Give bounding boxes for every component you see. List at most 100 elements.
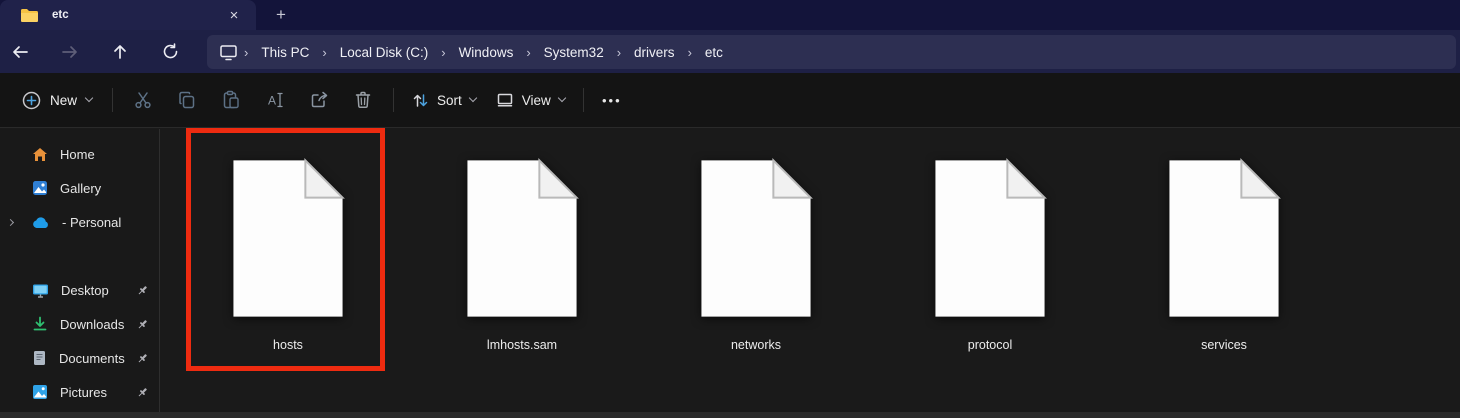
sidebar: Home Gallery - Personal Desktop Download… — [0, 129, 160, 412]
more-options-button[interactable]: ••• — [592, 82, 632, 118]
tab-title: etc — [52, 9, 69, 21]
paste-button[interactable] — [209, 82, 253, 118]
view-icon — [497, 93, 513, 107]
file-networks[interactable]: networks — [681, 129, 831, 412]
trash-icon — [355, 91, 371, 109]
sidebar-item-onedrive-personal[interactable]: - Personal — [0, 205, 159, 239]
view-button[interactable]: View — [486, 82, 575, 118]
pin-icon — [138, 387, 147, 396]
file-label: hosts — [273, 338, 303, 352]
sidebar-item-label: Desktop — [61, 282, 109, 298]
blank-file-icon — [701, 157, 813, 317]
file-hosts[interactable]: hosts — [213, 129, 363, 412]
sidebar-item-downloads[interactable]: Downloads — [0, 307, 159, 341]
sidebar-item-label: Downloads — [60, 316, 125, 332]
breadcrumb-separator: › — [244, 44, 249, 60]
breadcrumb: › This PC › Local Disk (C:) › Windows › … — [207, 35, 1456, 69]
bottom-strip — [0, 412, 1460, 418]
desktop-icon — [33, 284, 48, 298]
onedrive-cloud-icon — [33, 216, 48, 228]
pin-icon — [138, 353, 147, 362]
sidebar-item-gallery[interactable]: Gallery — [0, 171, 159, 205]
copy-icon — [179, 91, 195, 109]
file-explorer-window: etc × + › This PC › Local Disk (C:) › Wi… — [0, 0, 1460, 418]
pictures-icon — [33, 385, 47, 399]
file-lmhosts-sam[interactable]: lmhosts.sam — [447, 129, 597, 412]
blank-file-icon — [467, 157, 579, 317]
breadcrumb-separator: › — [441, 44, 446, 60]
breadcrumb-separator: › — [687, 44, 692, 60]
breadcrumb-separator: › — [322, 44, 327, 60]
sidebar-item-label: Gallery — [60, 180, 102, 196]
gallery-icon — [33, 181, 47, 195]
paste-icon — [223, 90, 239, 109]
tab-bar: etc × + — [0, 0, 1460, 30]
toolbar-divider — [112, 88, 114, 112]
breadcrumb-this-pc[interactable]: This PC — [254, 41, 316, 64]
home-icon — [33, 147, 47, 161]
new-button-label: New — [50, 92, 78, 108]
sidebar-item-home[interactable]: Home — [0, 137, 159, 171]
sort-icon — [413, 93, 428, 107]
chevron-down-icon — [84, 93, 94, 103]
chevron-right-icon[interactable] — [6, 218, 15, 226]
blank-file-icon — [1169, 157, 1281, 317]
file-label: lmhosts.sam — [486, 338, 558, 352]
sidebar-item-label: - Personal — [62, 214, 122, 230]
copy-button[interactable] — [165, 82, 209, 118]
new-plus-icon — [22, 91, 41, 109]
breadcrumb-system32[interactable]: System32 — [537, 41, 611, 64]
sidebar-item-label: Documents — [59, 350, 125, 366]
new-button[interactable]: New — [10, 82, 104, 118]
chevron-down-icon — [468, 93, 478, 103]
breadcrumb-separator: › — [526, 44, 531, 60]
rename-button[interactable]: A — [253, 82, 297, 118]
blank-file-icon — [935, 157, 1047, 317]
tab-close-icon[interactable]: × — [224, 5, 244, 25]
sort-button[interactable]: Sort — [402, 82, 486, 118]
pin-icon — [138, 319, 147, 328]
documents-icon — [34, 351, 45, 365]
toolbar-divider — [393, 88, 395, 112]
view-button-label: View — [521, 92, 551, 108]
tab-etc[interactable]: etc × — [0, 0, 256, 30]
chevron-down-icon — [557, 93, 567, 103]
breadcrumb-separator: › — [616, 44, 622, 60]
sidebar-item-label: Pictures — [60, 384, 107, 400]
refresh-button[interactable] — [154, 36, 186, 68]
sidebar-item-pictures[interactable]: Pictures — [0, 375, 159, 409]
forward-button[interactable] — [54, 36, 86, 68]
file-services[interactable]: services — [1149, 129, 1299, 412]
sidebar-item-label: Home — [60, 146, 95, 162]
sort-button-label: Sort — [437, 92, 462, 108]
breadcrumb-windows[interactable]: Windows — [452, 41, 521, 64]
file-label: services — [1201, 338, 1247, 352]
sidebar-item-desktop[interactable]: Desktop — [0, 273, 159, 307]
delete-button[interactable] — [341, 82, 385, 118]
svg-text:A: A — [268, 94, 276, 108]
sidebar-item-documents[interactable]: Documents — [0, 341, 159, 375]
back-button[interactable] — [4, 36, 36, 68]
blank-file-icon — [233, 157, 345, 317]
toolbar-divider — [582, 88, 584, 112]
folder-icon — [21, 8, 38, 22]
cut-icon — [135, 92, 151, 109]
this-pc-icon[interactable] — [219, 44, 238, 61]
downloads-icon — [33, 316, 47, 331]
rename-icon: A — [268, 92, 283, 108]
up-button[interactable] — [104, 36, 136, 68]
file-label: protocol — [967, 338, 1013, 352]
file-grid: hosts lmhosts.sam networks protocol serv… — [161, 129, 1460, 412]
pin-icon — [138, 285, 147, 294]
new-tab-button[interactable]: + — [266, 2, 296, 28]
breadcrumb-drivers[interactable]: drivers — [627, 41, 682, 64]
share-button[interactable] — [297, 82, 341, 118]
cut-button[interactable] — [121, 82, 165, 118]
breadcrumb-etc[interactable]: etc — [698, 41, 730, 64]
sidebar-section-gap — [0, 239, 159, 273]
file-label: networks — [730, 338, 782, 352]
share-icon — [311, 91, 328, 108]
file-protocol[interactable]: protocol — [915, 129, 1065, 412]
breadcrumb-local-disk-c[interactable]: Local Disk (C:) — [333, 41, 436, 64]
command-toolbar: New A Sort View ••• — [0, 73, 1460, 128]
